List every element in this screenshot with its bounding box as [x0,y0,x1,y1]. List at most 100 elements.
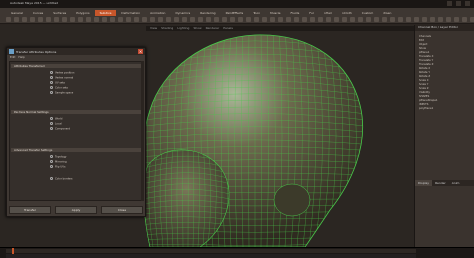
channel-row[interactable]: Rotate Z [419,75,471,78]
option-radio[interactable]: UV sets [50,81,65,85]
shelf-tab[interactable]: Custom [357,10,379,16]
viewport-menu-item[interactable]: Panels [223,26,233,30]
shelf-tool-icon[interactable] [30,17,35,22]
shelf-tab[interactable]: Muscle [265,10,285,16]
channel-row[interactable]: pPlane1 [419,51,471,54]
shelf-tool-icon[interactable] [214,17,219,22]
shelf-tool-icon[interactable] [126,17,131,22]
shelf-tool-icon[interactable] [46,17,51,22]
shelf-tab[interactable]: Rendering [195,10,220,16]
shelf-tool-icon[interactable] [254,17,259,22]
shelf-tab[interactable]: General [6,10,28,16]
shelf-tab[interactable]: Curves [28,10,48,16]
channel-row[interactable]: SHAPES [419,95,471,98]
shelf-tab[interactable]: Animation [145,10,170,16]
shelf-tool-icon[interactable] [350,17,355,22]
channel-row[interactable]: Translate Z [419,63,471,66]
shelf-tool-icon[interactable] [118,17,123,22]
dialog-menu-item[interactable]: Help [18,55,24,59]
shelf-tool-icon[interactable] [134,17,139,22]
shelf-tool-icon[interactable] [358,17,363,22]
shelf-tool-icon[interactable] [262,17,267,22]
shelf-tool-icon[interactable] [166,17,171,22]
shelf-tool-icon[interactable] [158,17,163,22]
close-button[interactable]: Close [101,206,143,214]
option-radio[interactable]: Color sets [50,86,68,90]
option-radio[interactable]: World [50,117,62,121]
transfer-button[interactable]: Transfer [9,206,51,214]
shelf-tab[interactable]: Dynamics [170,10,195,16]
shelf-tool-icon[interactable] [406,17,411,22]
shelf-tool-icon[interactable] [382,17,387,22]
shelf-tool-icon[interactable] [462,17,467,22]
viewport-menu-item[interactable]: Show [193,26,201,30]
dialog-menu-item[interactable]: Edit [10,55,15,59]
shelf-tab[interactable]: Subdivs [94,10,117,16]
shelf-tab[interactable]: nHair [319,10,337,16]
shelf-tool-icon[interactable] [6,17,11,22]
maximize-button[interactable] [456,1,461,6]
viewport-menu-item[interactable]: Shading [161,26,173,30]
shelf-tool-icon[interactable] [22,17,27,22]
timeline-track[interactable] [6,249,416,253]
shelf-tool-icon[interactable] [246,17,251,22]
viewport-menu-item[interactable]: Lighting [177,26,189,30]
shelf-tab[interactable]: Toon [248,10,265,16]
shelf-tool-icon[interactable] [270,17,275,22]
viewport-menu-item[interactable]: View [150,26,157,30]
channel-row[interactable]: Show [419,47,471,50]
shelf-tool-icon[interactable] [302,17,307,22]
shelf-tool-icon[interactable] [38,17,43,22]
apply-button[interactable]: Apply [55,206,97,214]
viewport-menu-item[interactable]: Renderer [206,26,220,30]
shelf-tool-icon[interactable] [230,17,235,22]
shelf-tool-icon[interactable] [342,17,347,22]
shelf-tab[interactable]: Surfaces [48,10,71,16]
shelf-tab[interactable]: XGen [378,10,396,16]
close-window-button[interactable] [465,1,470,6]
channel-row[interactable]: pPlaneShape1 [419,99,471,102]
shelf-tool-icon[interactable] [206,17,211,22]
shelf-tool-icon[interactable] [62,17,67,22]
channel-row[interactable]: Object [419,43,471,46]
shelf-tool-icon[interactable] [286,17,291,22]
shelf-tab[interactable]: Fur [304,10,319,16]
option-radio[interactable]: Mirroring [50,160,67,164]
shelf-tool-icon[interactable] [142,17,147,22]
shelf-tool-icon[interactable] [198,17,203,22]
option-radio[interactable]: Topology [50,155,66,159]
channel-row[interactable]: Visibility [419,91,471,94]
shelf-tool-icon[interactable] [14,17,19,22]
shelf-tool-icon[interactable] [182,17,187,22]
shelf-tool-icon[interactable] [310,17,315,22]
shelf-tool-icon[interactable] [294,17,299,22]
dialog-close-icon[interactable]: × [138,49,143,54]
layer-tab[interactable]: Render [432,180,449,186]
shelf-tool-icon[interactable] [398,17,403,22]
option-radio[interactable]: Vertex normal [50,76,73,80]
channel-row[interactable]: INPUTS [419,103,471,106]
time-slider[interactable] [0,247,474,258]
shelf-tool-icon[interactable] [454,17,459,22]
option-radio[interactable]: Local [50,122,62,126]
shelf-tool-icon[interactable] [102,17,107,22]
layer-tab[interactable]: Display [415,180,433,186]
shelf-tool-icon[interactable] [238,17,243,22]
channel-row[interactable]: Channels [419,35,471,38]
option-radio[interactable]: Color borders [50,177,73,181]
channel-row[interactable]: polyPlane1 [419,107,471,110]
shelf-tool-icon[interactable] [94,17,99,22]
shelf-tool-icon[interactable] [326,17,331,22]
shelf-tool-icon[interactable] [334,17,339,22]
shelf-tool-icon[interactable] [366,17,371,22]
shelf-tool-icon[interactable] [78,17,83,22]
shelf-tool-icon[interactable] [470,17,474,22]
layer-tab[interactable]: Anim [449,180,463,186]
shelf-tab[interactable]: Deformation [116,10,145,16]
option-radio[interactable]: Vertex position [50,71,74,75]
option-radio[interactable]: Flip UVs [50,165,65,169]
shelf-tool-icon[interactable] [222,17,227,22]
channel-row[interactable]: Translate Y [419,59,471,62]
shelf-tool-icon[interactable] [318,17,323,22]
shelf-tool-icon[interactable] [422,17,427,22]
